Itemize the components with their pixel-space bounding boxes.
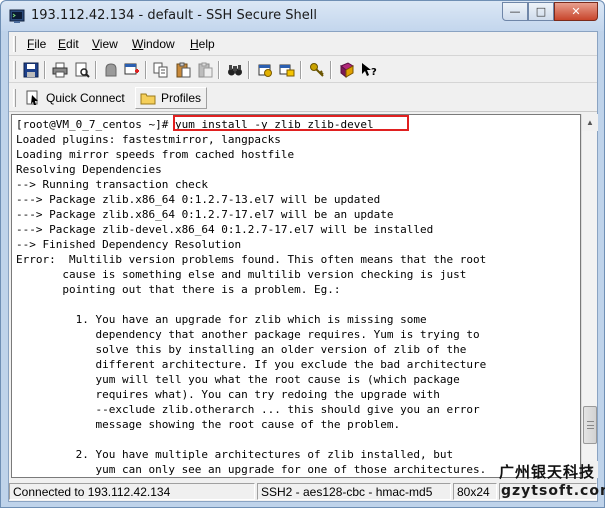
folder-icon: [140, 93, 156, 105]
new-window-icon[interactable]: [122, 60, 142, 80]
terminal-line: Error: Multilib version problems found. …: [16, 253, 487, 266]
toolbar-separator: [145, 61, 147, 79]
terminal-line: ---> Package zlib.x86_64 0:1.2.7-13.el7 …: [16, 193, 381, 206]
terminal-line: ---> Package zlib-devel.x86_64 0:1.2.7-1…: [16, 223, 434, 236]
terminal-line: 2. You have multiple architectures of zl…: [16, 448, 454, 461]
menu-window-accel: W: [132, 37, 144, 51]
maximize-button[interactable]: □: [528, 2, 554, 21]
terminal-line: requires what). You can try redoing the …: [16, 388, 440, 401]
toolbar-separator: [218, 61, 220, 79]
menu-view-accel: V: [92, 37, 100, 51]
menu-edit[interactable]: Edit: [58, 37, 79, 51]
disconnect-icon[interactable]: [101, 60, 121, 80]
print-preview-icon[interactable]: [72, 60, 92, 80]
profiles-label: Profiles: [161, 91, 202, 105]
menu-view-label: iew: [99, 37, 118, 51]
command-highlight-box: [173, 115, 409, 131]
settings-icon[interactable]: [255, 60, 275, 80]
watermark-cn: 广州银天科技: [499, 463, 596, 481]
terminal-line: Loaded plugins: fastestmirror, langpacks: [16, 133, 281, 146]
status-terminal-size: 80x24: [453, 483, 497, 500]
terminal-line: different architecture. If you exclude t…: [16, 358, 487, 371]
toolbar-separator: [248, 61, 250, 79]
terminal-line: dependency that another package requires…: [16, 328, 480, 341]
menu-bar: File Edit View Window Help: [9, 32, 597, 56]
toolbar-separator: [44, 61, 46, 79]
terminal-line: Resolving Dependencies: [16, 163, 162, 176]
title-bar[interactable]: 193.112.42.134 - default - SSH Secure Sh…: [1, 1, 604, 31]
terminal-lines: [root@VM_0_7_centos ~]# yum install -y z…: [16, 117, 486, 477]
terminal-line: pointing out that there is a problem. Eg…: [16, 283, 341, 296]
ssh-terminal-icon: [9, 9, 25, 23]
quick-connect-icon: [26, 90, 38, 105]
terminal-line: --> Finished Dependency Resolution: [16, 238, 242, 251]
menu-file[interactable]: File: [27, 37, 46, 51]
toolbar-separator: [95, 61, 97, 79]
app-window: 193.112.42.134 - default - SSH Secure Sh…: [0, 0, 605, 508]
help-book-icon[interactable]: [337, 60, 357, 80]
save-icon[interactable]: [21, 60, 41, 80]
menu-window[interactable]: Window: [132, 37, 175, 51]
watermark-url: gzytsoft.com: [501, 483, 605, 499]
svg-text:?: ?: [371, 67, 377, 78]
menu-help[interactable]: Help: [190, 37, 215, 51]
quickbar-grip[interactable]: [13, 89, 16, 107]
quick-connect-bar: Quick Connect Profiles: [9, 84, 597, 112]
watermark: 广州银天科技 gzytsoft.com: [495, 459, 605, 507]
terminal-line: ---> Package zlib.x86_64 0:1.2.7-17.el7 …: [16, 208, 394, 221]
menu-edit-label: dit: [66, 37, 79, 51]
terminal-scrollbar[interactable]: ▲ ▼: [581, 114, 598, 478]
terminal-line: Loading mirror speeds from cached hostfi…: [16, 148, 295, 161]
close-button[interactable]: ✕: [554, 2, 598, 21]
window-title: 193.112.42.134 - default - SSH Secure Sh…: [31, 8, 317, 23]
terminal-line: --> Running transaction check: [16, 178, 209, 191]
client-area: File Edit View Window Help ? Quick Conne…: [8, 31, 598, 502]
terminal-line: message showing the root cause of the pr…: [16, 418, 401, 431]
minimize-button[interactable]: —: [502, 2, 528, 21]
menu-view[interactable]: View: [92, 37, 118, 51]
toolbar-separator: [300, 61, 302, 79]
scroll-up-icon[interactable]: ▲: [582, 114, 598, 131]
menu-help-accel: H: [190, 37, 199, 51]
terminal-prompt: [root@VM_0_7_centos ~]#: [16, 118, 175, 131]
toolbar-separator: [330, 61, 332, 79]
menu-window-label: indow: [143, 37, 175, 51]
toolbar: ?: [9, 57, 597, 83]
print-icon[interactable]: [50, 60, 70, 80]
terminal-line: solve this by installing an older versio…: [16, 343, 467, 356]
terminal-line: --exclude zlib.otherarch ... this should…: [16, 403, 480, 416]
terminal-line: cause is something else and multilib ver…: [16, 268, 467, 281]
paste-icon[interactable]: [173, 60, 193, 80]
paste-disabled-icon[interactable]: [195, 60, 215, 80]
keys-icon[interactable]: [307, 60, 327, 80]
file-transfer-icon[interactable]: [277, 60, 297, 80]
quick-connect-button[interactable]: Quick Connect: [21, 87, 131, 109]
terminal-line: yum will tell you what the root cause is…: [16, 373, 460, 386]
status-cipher: SSH2 - aes128-cbc - hmac-md5: [257, 483, 451, 500]
terminal-output[interactable]: [root@VM_0_7_centos ~]# yum install -y z…: [11, 114, 581, 478]
menu-help-label: elp: [198, 37, 215, 51]
toolbar-grip[interactable]: [13, 61, 16, 79]
terminal-line: 1. You have an upgrade for zlib which is…: [16, 313, 427, 326]
copy-icon[interactable]: [151, 60, 171, 80]
status-connection: Connected to 193.112.42.134: [9, 483, 255, 500]
menubar-grip[interactable]: [13, 36, 16, 52]
find-icon[interactable]: [225, 60, 245, 80]
profiles-button[interactable]: Profiles: [135, 87, 207, 109]
scroll-thumb[interactable]: [583, 406, 597, 444]
whats-this-icon[interactable]: ?: [359, 60, 379, 80]
window-controls: — □ ✕: [502, 2, 598, 21]
menu-file-label: ile: [34, 37, 47, 51]
menu-edit-accel: E: [58, 37, 67, 51]
quick-connect-label: Quick Connect: [46, 91, 125, 105]
terminal-line: yum can only see an upgrade for one of t…: [16, 463, 487, 476]
